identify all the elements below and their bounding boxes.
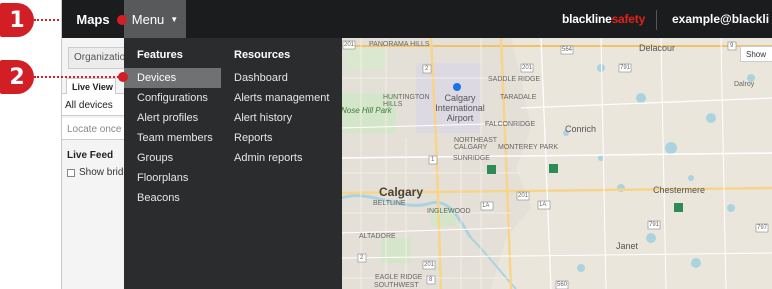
map-label-calgary: Calgary [379,185,424,199]
highway-shield-label: 1 [431,157,435,163]
map-label-eagle-ridge: EAGLE RIDGE [375,274,423,281]
map-label-altadore: ALTADORE [359,233,396,240]
map-label-dalroy: Dalroy [734,81,755,88]
maps-label: Maps [76,11,110,27]
menu-item-alerts-management[interactable]: Alerts management [234,92,329,104]
highway-shield-label: 201 [522,65,533,71]
highway-shield-label: 201 [518,193,529,199]
map-label-airport: Calgary International Airport [435,93,485,123]
map-label-panorama-hills: PANORAMA HILLS [369,41,430,48]
map-label-taradale: TARADALE [500,94,537,101]
brand-logo: blacklinesafety [562,12,646,26]
map-base [341,38,772,289]
map-label-conrich: Conrich [565,124,597,134]
navbar-divider [656,10,657,30]
callout-1-dot [117,15,127,25]
maps-nav-link[interactable]: Maps [62,0,124,38]
menu-item-floorplans[interactable]: Floorplans [137,172,188,184]
menu-item-alert-history[interactable]: Alert history [234,112,292,124]
highway-shield-label: 791 [620,65,631,71]
callout-marker-2: 2 [0,60,34,94]
callout-2-dot [118,72,128,82]
menu-item-alert-profiles[interactable]: Alert profiles [137,112,198,124]
highway-shield-label: 201 [424,262,435,268]
menu-item-beacons[interactable]: Beacons [137,192,180,204]
highway-shield-label: 2 [360,255,364,261]
menu-item-groups[interactable]: Groups [137,152,173,164]
highway-shield-label: 201 [344,42,355,48]
map-label-nose-hill-park: Nose Hill Park [341,106,392,115]
app-window: Maps Menu ▼ blacklinesafety example@blac… [61,0,772,289]
menu-label: Menu [131,11,165,27]
tab-live-view[interactable]: Live View [66,78,116,94]
highway-shield-label: 791 [649,222,660,228]
map-label-southwest: SOUTHWEST [374,282,419,289]
callout-marker-1: 1 [0,3,34,37]
menu-item-dashboard[interactable]: Dashboard [234,72,288,84]
left-panel-tabs: Live View [62,78,124,94]
highway-shield-label: 797 [757,225,768,231]
highway-shield-label: 8 [429,277,433,283]
main-menu-dropdown: Features Devices Configurations Alert pr… [124,38,342,289]
map-label-monterey-park: MONTEREY PARK [498,144,559,151]
menu-button[interactable]: Menu ▼ [124,0,186,38]
map-label-sunridge: SUNRIDGE [453,155,490,162]
features-heading: Features [137,49,183,61]
map-label-beltline: BELTLINE [373,200,406,207]
show-bridges-label: Show bridge [79,167,124,178]
highway-shield-label: 560 [557,282,568,288]
highway-shield-label: 564 [562,47,573,53]
show-bridges-toggle[interactable]: Show bridge [67,167,124,178]
menu-item-configurations[interactable]: Configurations [137,92,208,104]
map-label-northeast-calgary: NORTHEAST CALGARY [454,137,497,151]
map-canvas[interactable]: PANORAMA HILLS SADDLE RIDGE HUNTINGTON H… [341,38,772,289]
device-filter-select[interactable]: All devices [62,94,124,116]
organization-select[interactable]: Organization [68,47,124,69]
resources-heading: Resources [234,49,291,61]
checkbox-icon[interactable] [67,168,75,177]
menu-item-reports[interactable]: Reports [234,132,273,144]
map-label-janet: Janet [616,241,639,251]
highway-shield-label: 2 [425,66,429,72]
caret-down-icon: ▼ [170,14,179,24]
highway-shield-label: 1A [539,202,547,208]
live-feed-heading: Live Feed [67,150,114,161]
map-label-inglewood: INGLEWOOD [427,208,471,215]
highway-shield-label: 1A [482,203,490,209]
menu-item-devices[interactable]: Devices [137,72,176,84]
locate-once-input[interactable]: Locate once [62,118,124,140]
map-label-falconridge: FALCONRIDGE [485,121,536,128]
menu-item-team-members[interactable]: Team members [137,132,213,144]
user-account-menu[interactable]: example@blackli [672,12,769,26]
callout-2-leader [34,76,122,78]
menu-item-admin-reports[interactable]: Admin reports [234,152,302,164]
map-label-saddle-ridge: SADDLE RIDGE [488,76,541,83]
highway-shield-label: 9 [730,43,734,49]
map-label-chestermere: Chestermere [653,185,706,195]
top-navbar: Maps Menu ▼ blacklinesafety example@blac… [62,0,772,38]
map-show-button[interactable]: Show [740,46,772,62]
map-label-delacour: Delacour [639,43,676,53]
